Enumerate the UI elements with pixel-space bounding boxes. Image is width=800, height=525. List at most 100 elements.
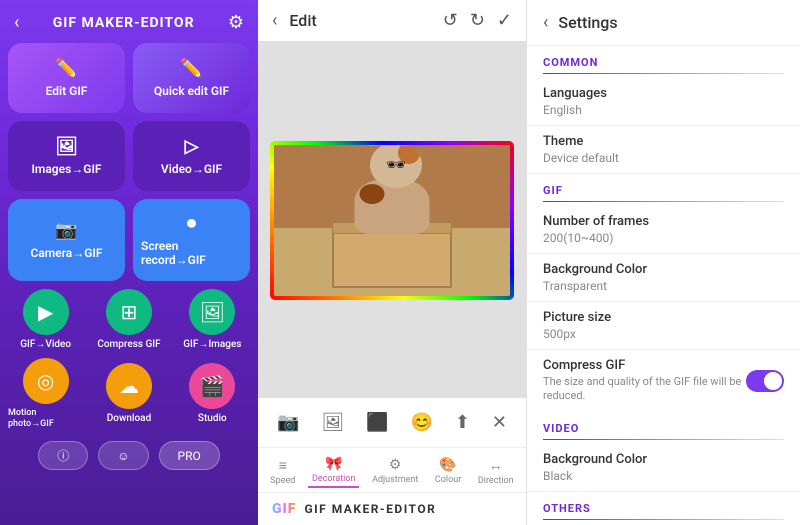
tab-speed[interactable]: ≡ Speed — [266, 455, 299, 488]
bottom-toolbar: 📷 🖼 ⬛ 😊 ⬆ ✕ ≡ Speed 🎀 Decoration ⚙ Adjus… — [258, 398, 526, 525]
gif-video-button[interactable]: ▶ GIF→Video — [8, 289, 83, 350]
setting-theme-name: Theme — [543, 134, 784, 149]
setting-picture-size-name: Picture size — [543, 310, 784, 325]
confirm-icon[interactable]: ✓ — [497, 10, 512, 31]
camera-tool-icon[interactable]: 📷 — [273, 408, 303, 437]
adjustment-tab-icon: ⚙ — [389, 457, 402, 473]
video-gif-button[interactable]: ▷ Video→GIF — [133, 121, 250, 191]
decoration-tab-icon: 🎀 — [325, 456, 342, 472]
settings-header: ‹ Settings — [527, 0, 800, 46]
info-button[interactable]: ⓘ — [38, 441, 88, 470]
main-buttons-grid: ✏️ Edit GIF ✏️ Quick edit GIF 🖼 Images→G… — [8, 43, 250, 281]
middle-panel: ‹ Edit ↺ ↻ ✓ — [258, 0, 526, 525]
gif-images-button[interactable]: 🖼 GIF→Images — [175, 289, 250, 350]
gif-frame: 🕶 — [270, 141, 514, 300]
settings-content: COMMON Languages English Theme Device de… — [527, 46, 800, 525]
tab-colour[interactable]: 🎨 Colour — [431, 455, 465, 487]
camera-gif-label: Camera→GIF — [31, 246, 103, 260]
setting-theme-value: Device default — [543, 151, 784, 165]
setting-bg-color-value: Transparent — [543, 279, 784, 293]
setting-frames-name: Number of frames — [543, 214, 784, 229]
section-label-gif: GIF — [527, 174, 800, 201]
middle-back-icon[interactable]: ‹ — [272, 10, 277, 31]
section-label-video: VIDEO — [527, 412, 800, 439]
gif-video-label: GIF→Video — [20, 339, 71, 350]
image-tool-icon[interactable]: 🖼 — [317, 408, 348, 437]
studio-label: Studio — [198, 413, 227, 424]
quick-edit-label: Quick edit GIF — [154, 84, 229, 98]
pro-label: PRO — [178, 449, 201, 463]
back-icon[interactable]: ‹ — [14, 12, 19, 33]
export-tool-icon[interactable]: ⬆ — [451, 408, 474, 437]
settings-title: Settings — [558, 13, 617, 32]
edit-gif-label: Edit GIF — [46, 84, 88, 98]
download-icon: ☁ — [106, 363, 152, 409]
motion-photo-button[interactable]: ◎ Motion photo→GIF — [8, 358, 83, 429]
quick-edit-icon: ✏️ — [180, 58, 202, 79]
download-label: Download — [107, 413, 151, 424]
toolbar-icons-row: 📷 🖼 ⬛ 😊 ⬆ ✕ — [258, 398, 526, 448]
gif-preview-area: 🕶 — [258, 42, 526, 398]
setting-theme[interactable]: Theme Device default — [527, 126, 800, 174]
images-gif-button[interactable]: 🖼 Images→GIF — [8, 121, 125, 191]
compress-gif-toggle[interactable] — [746, 370, 784, 392]
small-buttons-grid: ▶ GIF→Video ⊞ Compress GIF 🖼 GIF→Images … — [8, 289, 250, 429]
setting-video-bg-value: Black — [543, 469, 784, 483]
tab-adjustment[interactable]: ⚙ Adjustment — [368, 455, 422, 487]
speed-tab-icon: ≡ — [279, 457, 287, 474]
studio-icon: 🎬 — [189, 363, 235, 409]
quick-edit-button[interactable]: ✏️ Quick edit GIF — [133, 43, 250, 113]
setting-picture-size[interactable]: Picture size 500px — [527, 302, 800, 350]
screen-gif-icon: ⏺ — [187, 213, 196, 234]
gif-images-icon: 🖼 — [189, 289, 235, 335]
screen-gif-button[interactable]: ⏺ Screen record→GIF — [133, 199, 250, 281]
edit-gif-icon: ✏️ — [55, 58, 77, 79]
settings-icon[interactable]: ⚙ — [228, 12, 244, 33]
undo-icon[interactable]: ↺ — [443, 10, 458, 31]
emoji-button[interactable]: ☺ — [98, 441, 148, 470]
video-gif-icon: ▷ — [185, 136, 199, 157]
app-title: GIF MAKER-EDITOR — [53, 15, 195, 31]
gif-images-label: GIF→Images — [183, 339, 241, 350]
screen-gif-label: Screen record→GIF — [141, 239, 242, 267]
emoji-tool-icon[interactable]: 😊 — [406, 408, 436, 437]
settings-back-icon[interactable]: ‹ — [543, 12, 548, 33]
close-tool-icon[interactable]: ✕ — [488, 408, 511, 437]
gif-inner: 🕶 — [274, 145, 510, 296]
edit-tabs: ≡ Speed 🎀 Decoration ⚙ Adjustment 🎨 Colo… — [258, 448, 526, 493]
left-header: ‹ GIF MAKER-EDITOR ⚙ — [8, 8, 250, 43]
right-panel: ‹ Settings COMMON Languages English Them… — [526, 0, 800, 525]
video-gif-label: Video→GIF — [161, 162, 222, 176]
section-label-others: OTHERS — [527, 492, 800, 519]
crop-tool-icon[interactable]: ⬛ — [362, 408, 392, 437]
setting-video-bg[interactable]: Background Color Black — [527, 444, 800, 492]
colour-tab-label: Colour — [435, 475, 461, 485]
tab-direction[interactable]: ↔ Direction — [474, 455, 518, 488]
download-button[interactable]: ☁ Download — [91, 358, 166, 429]
studio-button[interactable]: 🎬 Studio — [175, 358, 250, 429]
colour-tab-icon: 🎨 — [439, 457, 456, 473]
setting-compress-gif: Compress GIF The size and quality of the… — [527, 350, 800, 412]
setting-bg-color[interactable]: Background Color Transparent — [527, 254, 800, 302]
redo-icon[interactable]: ↻ — [470, 10, 485, 31]
bottom-buttons: ⓘ ☺ PRO — [38, 441, 220, 470]
middle-title: Edit — [289, 11, 430, 30]
section-label-common: COMMON — [527, 46, 800, 73]
tab-decoration[interactable]: 🎀 Decoration — [308, 454, 360, 488]
compress-gif-desc: The size and quality of the GIF file wil… — [543, 375, 746, 404]
section-divider-others — [543, 519, 784, 520]
pro-button[interactable]: PRO — [159, 441, 220, 470]
section-divider-gif — [543, 201, 784, 202]
camera-gif-icon: 📷 — [55, 220, 77, 241]
camera-gif-button[interactable]: 📷 Camera→GIF — [8, 199, 125, 281]
section-divider-video — [543, 439, 784, 440]
section-divider-common — [543, 73, 784, 74]
images-gif-label: Images→GIF — [31, 162, 101, 176]
direction-tab-icon: ↔ — [489, 457, 503, 474]
motion-photo-icon: ◎ — [23, 358, 69, 404]
compress-gif-button[interactable]: ⊞ Compress GIF — [91, 289, 166, 350]
setting-languages[interactable]: Languages English — [527, 78, 800, 126]
edit-gif-button[interactable]: ✏️ Edit GIF — [8, 43, 125, 113]
left-panel: ‹ GIF MAKER-EDITOR ⚙ ✏️ Edit GIF ✏️ Quic… — [0, 0, 258, 525]
setting-frames[interactable]: Number of frames 200(10~400) — [527, 206, 800, 254]
